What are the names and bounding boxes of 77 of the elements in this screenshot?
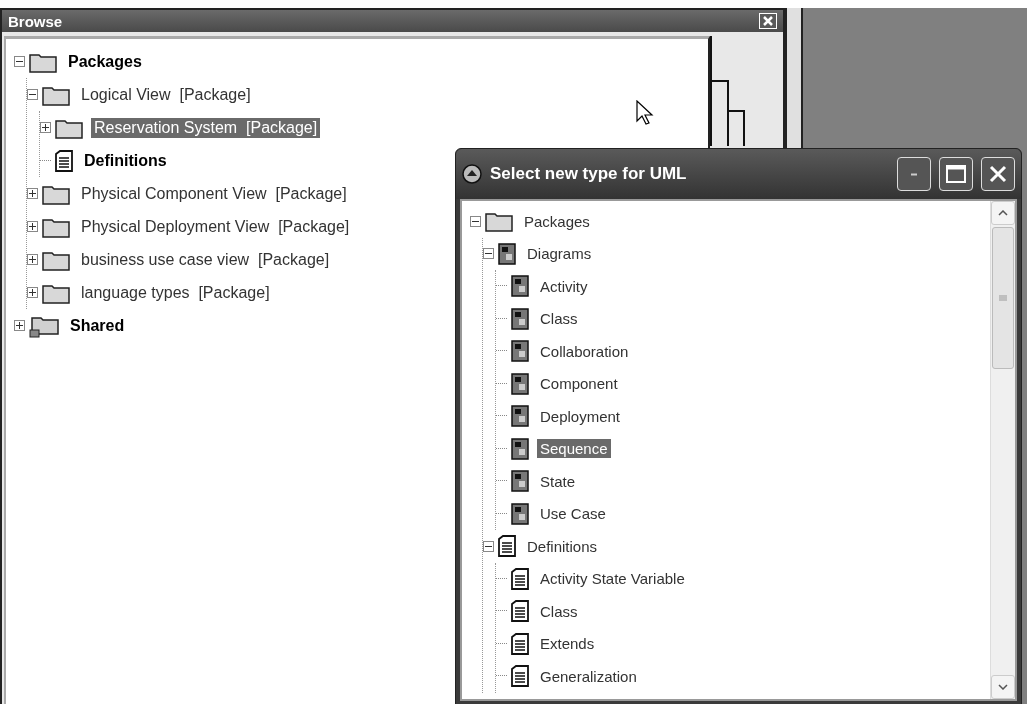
tree-item[interactable]: Shared xyxy=(67,315,128,336)
document-icon xyxy=(55,149,73,172)
tree-item[interactable]: Activity State Variable xyxy=(537,569,688,589)
scroll-thumb[interactable] xyxy=(992,227,1014,369)
diagram-icon xyxy=(511,340,529,363)
tree-item[interactable]: Definitions xyxy=(524,536,601,556)
tree-item[interactable]: State xyxy=(537,471,579,491)
mouse-pointer-icon xyxy=(636,100,654,126)
close-icon xyxy=(988,164,1008,184)
collapse-toggle[interactable] xyxy=(470,215,481,227)
maximize-button[interactable] xyxy=(939,157,973,191)
plus-icon xyxy=(42,124,49,131)
tree-item[interactable]: Deployment xyxy=(537,406,624,426)
collapse-toggle[interactable] xyxy=(483,248,494,260)
diagram-icon xyxy=(511,405,529,428)
plus-icon xyxy=(16,322,23,329)
plus-icon xyxy=(29,223,36,230)
dialog-title: Select new type for UML xyxy=(490,164,688,184)
plus-icon xyxy=(29,190,36,197)
tree-item[interactable]: Generalization xyxy=(537,666,640,686)
diagram-icon xyxy=(511,372,529,395)
panel-title: Browse xyxy=(8,12,63,30)
minimize-button[interactable] xyxy=(897,157,931,191)
diagram-icon xyxy=(498,242,516,265)
diagram-icon xyxy=(511,437,529,460)
collapse-toggle[interactable] xyxy=(483,540,494,552)
tree-item[interactable]: Reservation System [Package] xyxy=(91,117,321,138)
tree-item[interactable]: Packages xyxy=(521,211,593,231)
tree-item[interactable]: Class xyxy=(537,601,581,621)
close-button[interactable] xyxy=(981,157,1015,191)
tree-item[interactable]: Definitions xyxy=(81,150,170,171)
tree-item[interactable]: Diagrams xyxy=(524,244,595,264)
tree-item[interactable]: Sequence xyxy=(537,439,611,459)
maximize-icon xyxy=(946,165,966,183)
grip-icon xyxy=(999,295,1007,301)
tree-item[interactable]: Activity xyxy=(537,276,591,296)
tree-item[interactable]: Physical Component View [Package] xyxy=(78,183,350,204)
minus-icon xyxy=(16,58,23,65)
app-icon xyxy=(462,164,482,184)
tree-item[interactable]: Component xyxy=(537,374,621,394)
document-icon xyxy=(511,567,529,590)
scrollbar[interactable] xyxy=(990,201,1015,699)
scroll-down-button[interactable] xyxy=(991,675,1015,699)
document-icon xyxy=(511,600,529,623)
diagram-icon xyxy=(511,275,529,298)
close-icon xyxy=(763,16,773,26)
plus-icon xyxy=(29,289,36,296)
expand-toggle[interactable] xyxy=(27,188,38,199)
tree-item[interactable]: Class xyxy=(537,309,581,329)
collapse-toggle[interactable] xyxy=(14,56,25,67)
expand-toggle[interactable] xyxy=(27,287,38,298)
expand-toggle[interactable] xyxy=(27,254,38,265)
expand-toggle[interactable] xyxy=(40,122,51,133)
expand-toggle[interactable] xyxy=(27,221,38,232)
folder-icon xyxy=(485,210,513,233)
document-icon xyxy=(511,665,529,688)
expand-toggle[interactable] xyxy=(14,320,25,331)
diagram-icon xyxy=(511,307,529,330)
plus-icon xyxy=(29,256,36,263)
chevron-up-icon xyxy=(998,210,1008,216)
tree-item[interactable]: language types [Package] xyxy=(78,282,273,303)
tree-item[interactable]: Packages xyxy=(65,51,145,72)
tree-item[interactable]: Collaboration xyxy=(537,341,632,361)
tree-item[interactable]: Extends xyxy=(537,634,598,654)
document-icon xyxy=(511,632,529,655)
diagram-icon xyxy=(511,470,529,493)
minimize-icon xyxy=(910,172,918,176)
scroll-up-button[interactable] xyxy=(991,201,1015,225)
minus-icon xyxy=(29,91,36,98)
collapse-toggle[interactable] xyxy=(27,89,38,100)
diagram-icon xyxy=(511,502,529,525)
tree-item[interactable]: Use Case xyxy=(537,504,609,524)
tree-item[interactable]: business use case view [Package] xyxy=(78,249,333,270)
chevron-down-icon xyxy=(998,684,1008,690)
tree-item[interactable]: Logical View [Package] xyxy=(78,84,254,105)
tree-item[interactable]: Physical Deployment View [Package] xyxy=(78,216,353,237)
document-icon xyxy=(498,535,516,558)
